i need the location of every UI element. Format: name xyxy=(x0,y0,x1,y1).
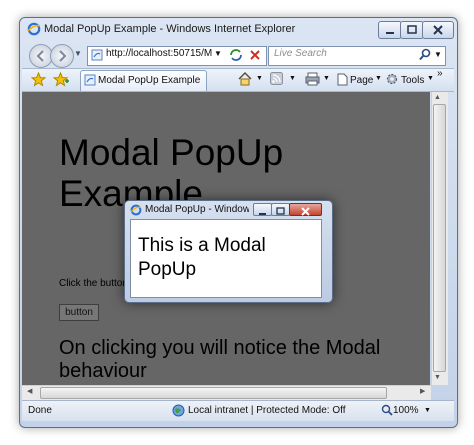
forward-arrow-icon xyxy=(59,50,67,62)
close-icon xyxy=(433,25,443,35)
feeds-dropdown-icon[interactable]: ▼ xyxy=(289,75,296,82)
window-title: Modal PopUp Example - Windows Internet E… xyxy=(44,23,296,35)
status-text: Done xyxy=(28,405,52,416)
zoom-level[interactable]: 100% xyxy=(393,405,419,416)
more-commands-chevron[interactable]: » xyxy=(437,68,443,79)
zoom-icon[interactable] xyxy=(381,404,393,416)
modal-minimize-button[interactable] xyxy=(253,203,272,216)
scroll-down-icon[interactable]: ▼ xyxy=(434,374,441,381)
click-instruction: Click the button xyxy=(59,278,128,289)
security-zone[interactable]: Local intranet | Protected Mode: Off xyxy=(188,405,346,416)
page-icon xyxy=(91,49,103,61)
scroll-up-icon[interactable]: ▲ xyxy=(434,94,441,101)
page-dropdown-icon[interactable]: ▼ xyxy=(375,75,382,82)
minimize-icon xyxy=(386,32,394,34)
horizontal-scroll-thumb[interactable] xyxy=(40,387,387,399)
minimize-button[interactable] xyxy=(378,21,402,39)
close-icon xyxy=(301,207,310,216)
home-dropdown-icon[interactable]: ▼ xyxy=(256,75,263,82)
stop-icon[interactable] xyxy=(248,48,262,62)
close-button[interactable] xyxy=(422,21,454,39)
gear-icon[interactable] xyxy=(385,72,399,86)
open-modal-button[interactable]: button xyxy=(59,304,99,321)
minimize-icon xyxy=(259,213,266,215)
tab-page-icon xyxy=(84,74,96,86)
scroll-left-icon[interactable]: ◀ xyxy=(27,387,32,395)
back-arrow-icon xyxy=(36,50,44,62)
recent-pages-dropdown[interactable]: ▼ xyxy=(74,49,82,58)
tab-label: Modal PopUp Example xyxy=(98,75,201,86)
favorites-star-icon[interactable] xyxy=(31,72,46,87)
feeds-icon[interactable] xyxy=(270,72,283,85)
search-icon[interactable] xyxy=(419,48,432,61)
modal-title: Modal PopUp - Window... xyxy=(145,204,249,215)
search-input[interactable]: Live Search xyxy=(274,48,327,59)
print-icon[interactable] xyxy=(305,72,320,86)
address-url[interactable]: http://localhost:50715/Mo xyxy=(106,48,212,59)
address-dropdown-icon[interactable]: ▼ xyxy=(214,49,222,58)
modal-ie-logo-icon xyxy=(130,204,142,216)
add-favorites-icon[interactable] xyxy=(53,72,69,87)
maximize-icon xyxy=(407,25,417,34)
tools-menu-label[interactable]: Tools xyxy=(401,75,424,86)
maximize-button[interactable] xyxy=(400,21,424,39)
vertical-scroll-thumb[interactable] xyxy=(433,104,446,372)
modal-message: This is a Modal PopUp xyxy=(138,235,266,280)
refresh-icon[interactable] xyxy=(228,48,244,62)
modal-behaviour-notice: On clicking you will notice the Modal be… xyxy=(59,337,381,382)
maximize-icon xyxy=(276,207,285,215)
modal-maximize-button[interactable] xyxy=(271,203,290,216)
tools-dropdown-icon[interactable]: ▼ xyxy=(427,75,434,82)
modal-close-button[interactable] xyxy=(289,203,322,216)
zoom-dropdown-icon[interactable]: ▼ xyxy=(424,407,431,414)
intranet-globe-icon xyxy=(172,404,185,417)
page-menu-label[interactable]: Page xyxy=(350,75,373,86)
search-options-icon[interactable]: ▼ xyxy=(434,50,442,59)
scroll-right-icon[interactable]: ▶ xyxy=(420,387,425,395)
ie-logo-icon xyxy=(27,22,41,36)
print-dropdown-icon[interactable]: ▼ xyxy=(323,75,330,82)
forward-button[interactable] xyxy=(50,44,74,68)
home-icon[interactable] xyxy=(238,72,252,86)
page-menu-icon[interactable] xyxy=(337,73,348,86)
